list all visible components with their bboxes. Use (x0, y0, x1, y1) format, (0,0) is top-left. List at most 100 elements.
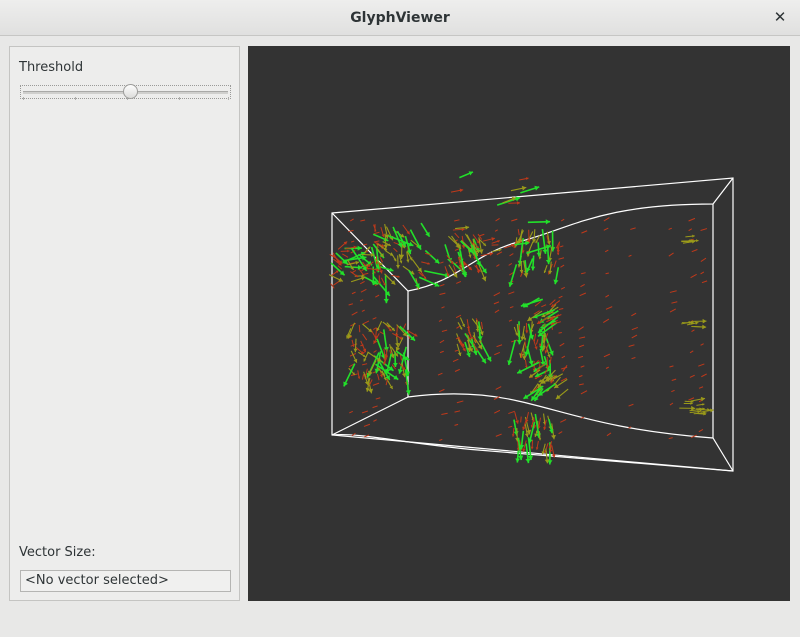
vector-size-label: Vector Size: (19, 545, 96, 560)
vector-glyph-head (355, 260, 359, 265)
vector-glyph-head (383, 298, 389, 304)
vector-glyph (581, 272, 586, 275)
vector-glyph (701, 280, 708, 284)
vector-glyph (361, 374, 365, 380)
vector-glyph (369, 379, 373, 386)
vector-glyph (351, 311, 358, 316)
vector-glyph (370, 328, 375, 337)
vector-glyph (452, 265, 456, 271)
vector-glyph (509, 253, 514, 257)
vector-glyph (439, 438, 443, 441)
vector-glyph (341, 253, 349, 258)
vector-glyph (603, 227, 609, 231)
vector-glyph (700, 271, 705, 275)
vector-glyph (580, 365, 585, 368)
vector-glyph (494, 351, 501, 356)
vector-glyph (348, 303, 353, 306)
vector-glyph (669, 290, 677, 293)
vector-glyph-head (379, 270, 383, 274)
vector-glyph (541, 304, 547, 308)
vector-glyph-head (545, 219, 551, 225)
vector-glyph (579, 292, 587, 297)
vector-glyph (379, 256, 383, 263)
vector-glyph (520, 416, 522, 423)
vector-glyph-head (525, 330, 529, 334)
vector-glyph (508, 291, 515, 295)
vector-glyph (517, 229, 520, 236)
vector-glyph (631, 357, 636, 360)
vector-glyph (578, 344, 585, 348)
vector-glyph (362, 363, 368, 366)
vector-glyph-head (511, 434, 515, 437)
vector-glyph (671, 301, 678, 304)
vector-glyph (373, 240, 380, 243)
slider-handle[interactable] (123, 84, 138, 99)
vector-glyph (558, 431, 563, 435)
vector-glyph-head (417, 267, 422, 273)
vector-glyph-head (516, 201, 521, 205)
vector-glyph (454, 232, 460, 239)
vector-glyph (581, 230, 588, 234)
vector-glyph (495, 218, 500, 222)
vector-glyph (631, 312, 637, 317)
vector-glyph (630, 227, 636, 230)
threshold-label: Threshold (19, 60, 84, 75)
vector-glyph (578, 355, 584, 359)
slider-tick (75, 97, 76, 100)
vector-glyph (669, 402, 674, 406)
vector-glyph (605, 294, 610, 298)
vector-glyph (549, 356, 552, 364)
vector-glyph-head (538, 438, 542, 441)
vector-glyph (439, 283, 445, 287)
vector-glyph (508, 319, 513, 322)
vector-glyph-head (530, 446, 534, 450)
vector-glyph (349, 218, 354, 222)
threshold-slider[interactable] (20, 84, 231, 100)
render-viewport[interactable] (248, 46, 790, 601)
vector-glyph (553, 260, 557, 268)
vector-glyph (605, 366, 609, 369)
vector-glyph (698, 429, 704, 433)
vector-glyph (671, 389, 675, 393)
vector-glyph (668, 437, 673, 440)
vector-glyph (393, 247, 398, 253)
vector-glyph (441, 306, 445, 309)
vector-glyph (496, 251, 503, 256)
vector-glyph (495, 386, 502, 390)
vector-glyph (671, 378, 677, 381)
vector-glyph-head (397, 368, 403, 374)
vector-glyph-head (692, 234, 695, 238)
vector-glyph-head (545, 259, 552, 265)
vector-glyph (425, 252, 432, 256)
vector-glyph (456, 400, 464, 404)
close-icon[interactable]: ✕ (770, 7, 790, 27)
vector-glyph-head (357, 245, 362, 251)
vector-glyph-head (515, 458, 521, 463)
vector-glyph-head (521, 185, 527, 191)
vector-glyph (518, 325, 521, 331)
vector-glyph (628, 254, 632, 257)
vector-glyph (441, 412, 448, 415)
vector-glyph (375, 397, 381, 400)
vector-glyph (361, 309, 365, 312)
vector-glyph (508, 410, 516, 415)
vector-glyph (373, 327, 377, 330)
vector-glyph (455, 314, 462, 319)
vector-glyph (606, 432, 612, 437)
vector-glyph (669, 308, 677, 313)
vector-size-field: <No vector selected> (20, 570, 231, 592)
vector-glyph (362, 333, 368, 341)
vector-glyph (558, 295, 563, 299)
vector-glyph-head (395, 265, 401, 269)
vector-glyph-head (556, 252, 560, 256)
vector-glyph (363, 423, 371, 427)
vector-glyph (359, 299, 364, 302)
glyph-scene[interactable] (248, 46, 790, 601)
vector-glyph (454, 368, 460, 372)
vector-glyph (631, 326, 638, 331)
vector-glyph (668, 227, 673, 230)
vector-glyph (350, 240, 355, 243)
vector-glyph (359, 281, 365, 285)
vector-glyph (700, 257, 707, 262)
vector-glyph (631, 334, 638, 339)
